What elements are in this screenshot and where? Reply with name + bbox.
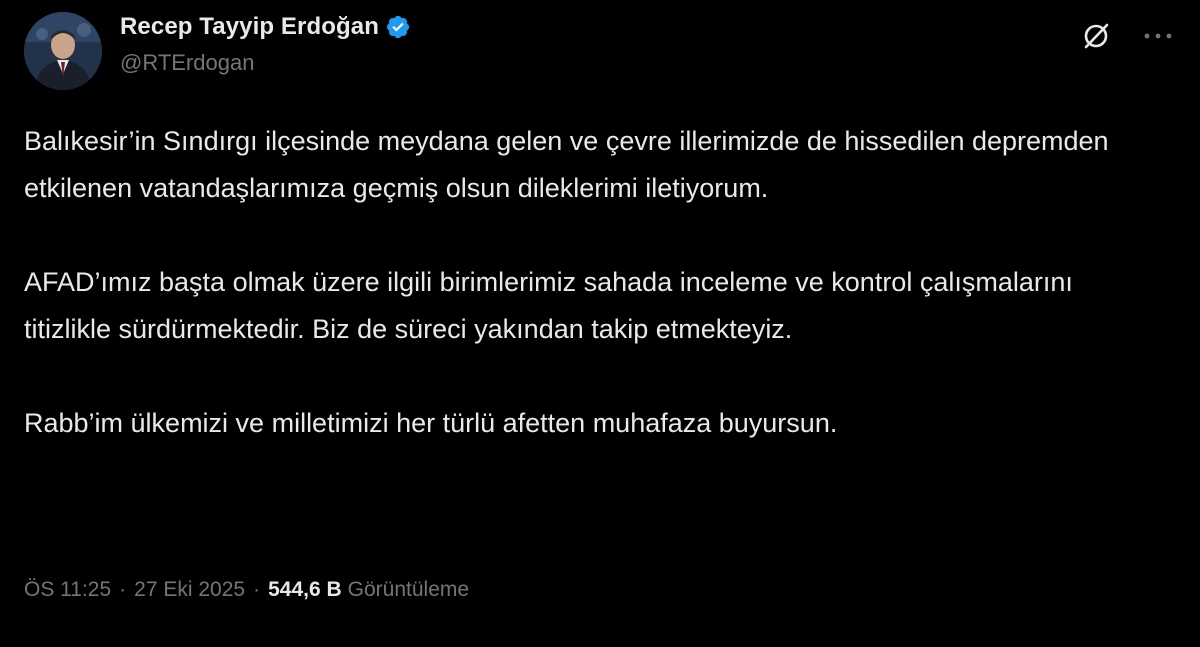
tweet-paragraph: Balıkesir’in Sındırgı ilçesinde meydana …: [24, 126, 1109, 203]
tweet-paragraph: Rabb’im ülkemizi ve milletimizi her türl…: [24, 408, 838, 438]
tweet-meta: ÖS 11:25 · 27 Eki 2025 · 544,6 B Görüntü…: [24, 578, 469, 602]
tweet-header: Recep Tayyip Erdoğan @RTErdogan: [120, 12, 411, 76]
tweet-text: Balıkesir’in Sındırgı ilçesinde meydana …: [24, 118, 1144, 447]
meta-separator: ·: [119, 578, 127, 601]
meta-separator: ·: [253, 578, 261, 601]
views-count[interactable]: 544,6 B: [268, 578, 342, 602]
tweet: Recep Tayyip Erdoğan @RTErdogan Balıkesi…: [0, 0, 1200, 647]
tweet-paragraph: AFAD’ımız başta olmak üzere ilgili birim…: [24, 267, 1073, 344]
author-name[interactable]: Recep Tayyip Erdoğan: [120, 13, 379, 41]
verified-badge-icon: [385, 14, 411, 40]
tweet-time[interactable]: ÖS 11:25: [24, 578, 111, 602]
tweet-date[interactable]: 27 Eki 2025: [134, 578, 245, 602]
author-handle[interactable]: @RTErdogan: [120, 50, 411, 76]
grok-icon[interactable]: [1080, 20, 1112, 52]
name-row: Recep Tayyip Erdoğan: [120, 12, 411, 42]
tweet-actions-top: [1080, 20, 1174, 52]
more-icon[interactable]: [1142, 20, 1174, 52]
avatar[interactable]: [24, 12, 102, 90]
avatar-image: [24, 12, 102, 90]
views-label: Görüntüleme: [347, 578, 470, 601]
